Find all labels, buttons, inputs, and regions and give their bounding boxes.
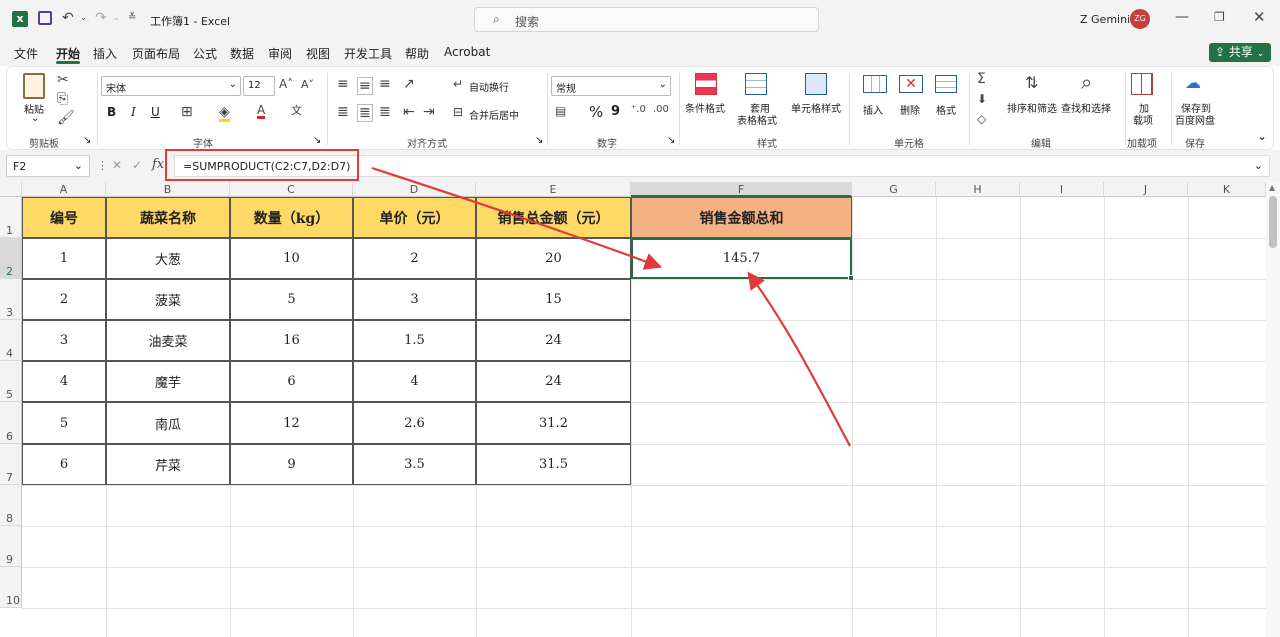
arrow-from-formula [371,166,663,270]
annotation-arrows [371,166,851,447]
arrow-from-bottom [747,271,851,447]
